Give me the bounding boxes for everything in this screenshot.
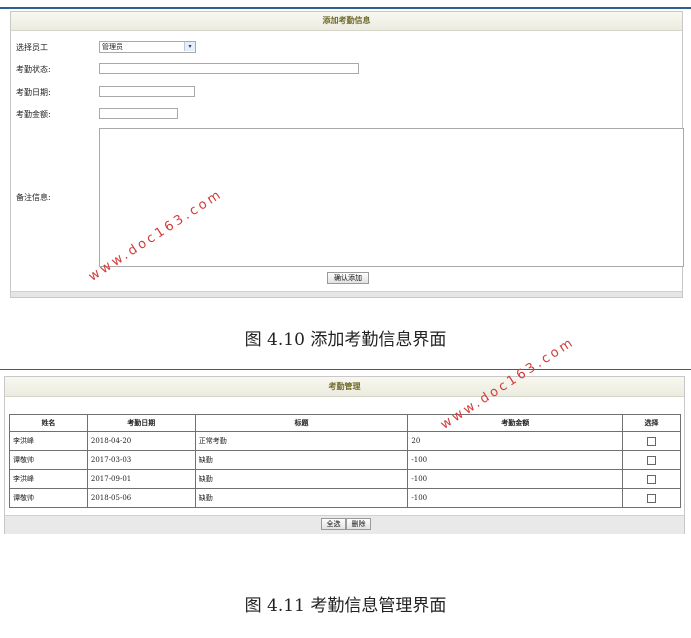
status-input[interactable] [99,63,359,74]
cell-amount: -100 [407,469,624,489]
cell-title: 正常考勤 [194,431,409,451]
cell-name: 谭敬帅 [9,450,88,470]
caption-figure-4-11: 图 4.11 考勤信息管理界面 [244,596,447,616]
row-checkbox[interactable] [647,455,657,465]
header-select: 选择 [622,414,681,432]
date-label: 考勤日期: [16,88,51,97]
cell-title: 缺勤 [194,450,409,470]
employee-select[interactable]: 管理员 ▾ [99,41,196,53]
table-row: 谭敬帅 2017-03-03 缺勤 -100 [9,450,681,470]
cell-name: 谭敬帅 [9,488,88,508]
header-name: 姓名 [9,414,88,432]
table-footer: 全选 删除 [5,515,684,534]
cell-amount: 20 [407,431,624,451]
cell-name: 李洪峰 [9,431,88,451]
caption-figure-4-10: 图 4.10 添加考勤信息界面 [244,330,447,350]
cell-name: 李洪峰 [9,469,88,489]
cell-select [622,450,681,470]
employee-label: 选择员工 [16,43,48,52]
panel-footer [11,291,682,297]
cell-select [622,488,681,508]
delete-button[interactable]: 删除 [346,518,371,530]
top-rule [0,7,691,9]
cell-date: 2017-03-03 [86,450,196,470]
table-header-row: 姓名 考勤日期 标题 考勤金额 选择 [9,414,681,432]
table-row: 李洪峰 2018-04-20 正常考勤 20 [9,431,681,451]
cell-select [622,469,681,489]
cell-amount: -100 [407,488,624,508]
cell-date: 2018-04-20 [86,431,196,451]
cell-title: 缺勤 [194,469,409,489]
cell-date: 2017-09-01 [86,469,196,489]
cell-title: 缺勤 [194,488,409,508]
amount-label: 考勤金额: [16,110,51,119]
row-checkbox[interactable] [647,493,657,503]
cell-amount: -100 [407,450,624,470]
table-row: 谭敬帅 2018-05-06 缺勤 -100 [9,488,681,508]
cell-select [622,431,681,451]
remark-textarea[interactable] [99,128,684,267]
attendance-manage-panel: 考勤管理 姓名 考勤日期 标题 考勤金额 选择 李洪峰 2018-04-20 正… [4,376,685,534]
cell-date: 2018-05-06 [86,488,196,508]
header-date: 考勤日期 [86,414,196,432]
status-label: 考勤状态: [16,65,51,74]
panel-title: 考勤管理 [5,377,684,397]
remark-label: 备注信息: [16,193,51,202]
table-row: 李洪峰 2017-09-01 缺勤 -100 [9,469,681,489]
row-checkbox[interactable] [647,474,657,484]
attendance-table: 姓名 考勤日期 标题 考勤金额 选择 李洪峰 2018-04-20 正常考勤 2… [9,414,681,508]
select-all-button[interactable]: 全选 [321,518,346,530]
employee-select-value: 管理员 [102,43,123,51]
header-title: 标题 [194,414,409,432]
confirm-add-button[interactable]: 确认添加 [327,272,369,284]
chevron-down-icon[interactable]: ▾ [184,42,195,51]
amount-input[interactable] [99,108,178,119]
panel-title: 添加考勤信息 [11,12,682,31]
row-checkbox[interactable] [647,436,657,446]
date-input[interactable] [99,86,195,97]
middle-rule [0,369,691,370]
